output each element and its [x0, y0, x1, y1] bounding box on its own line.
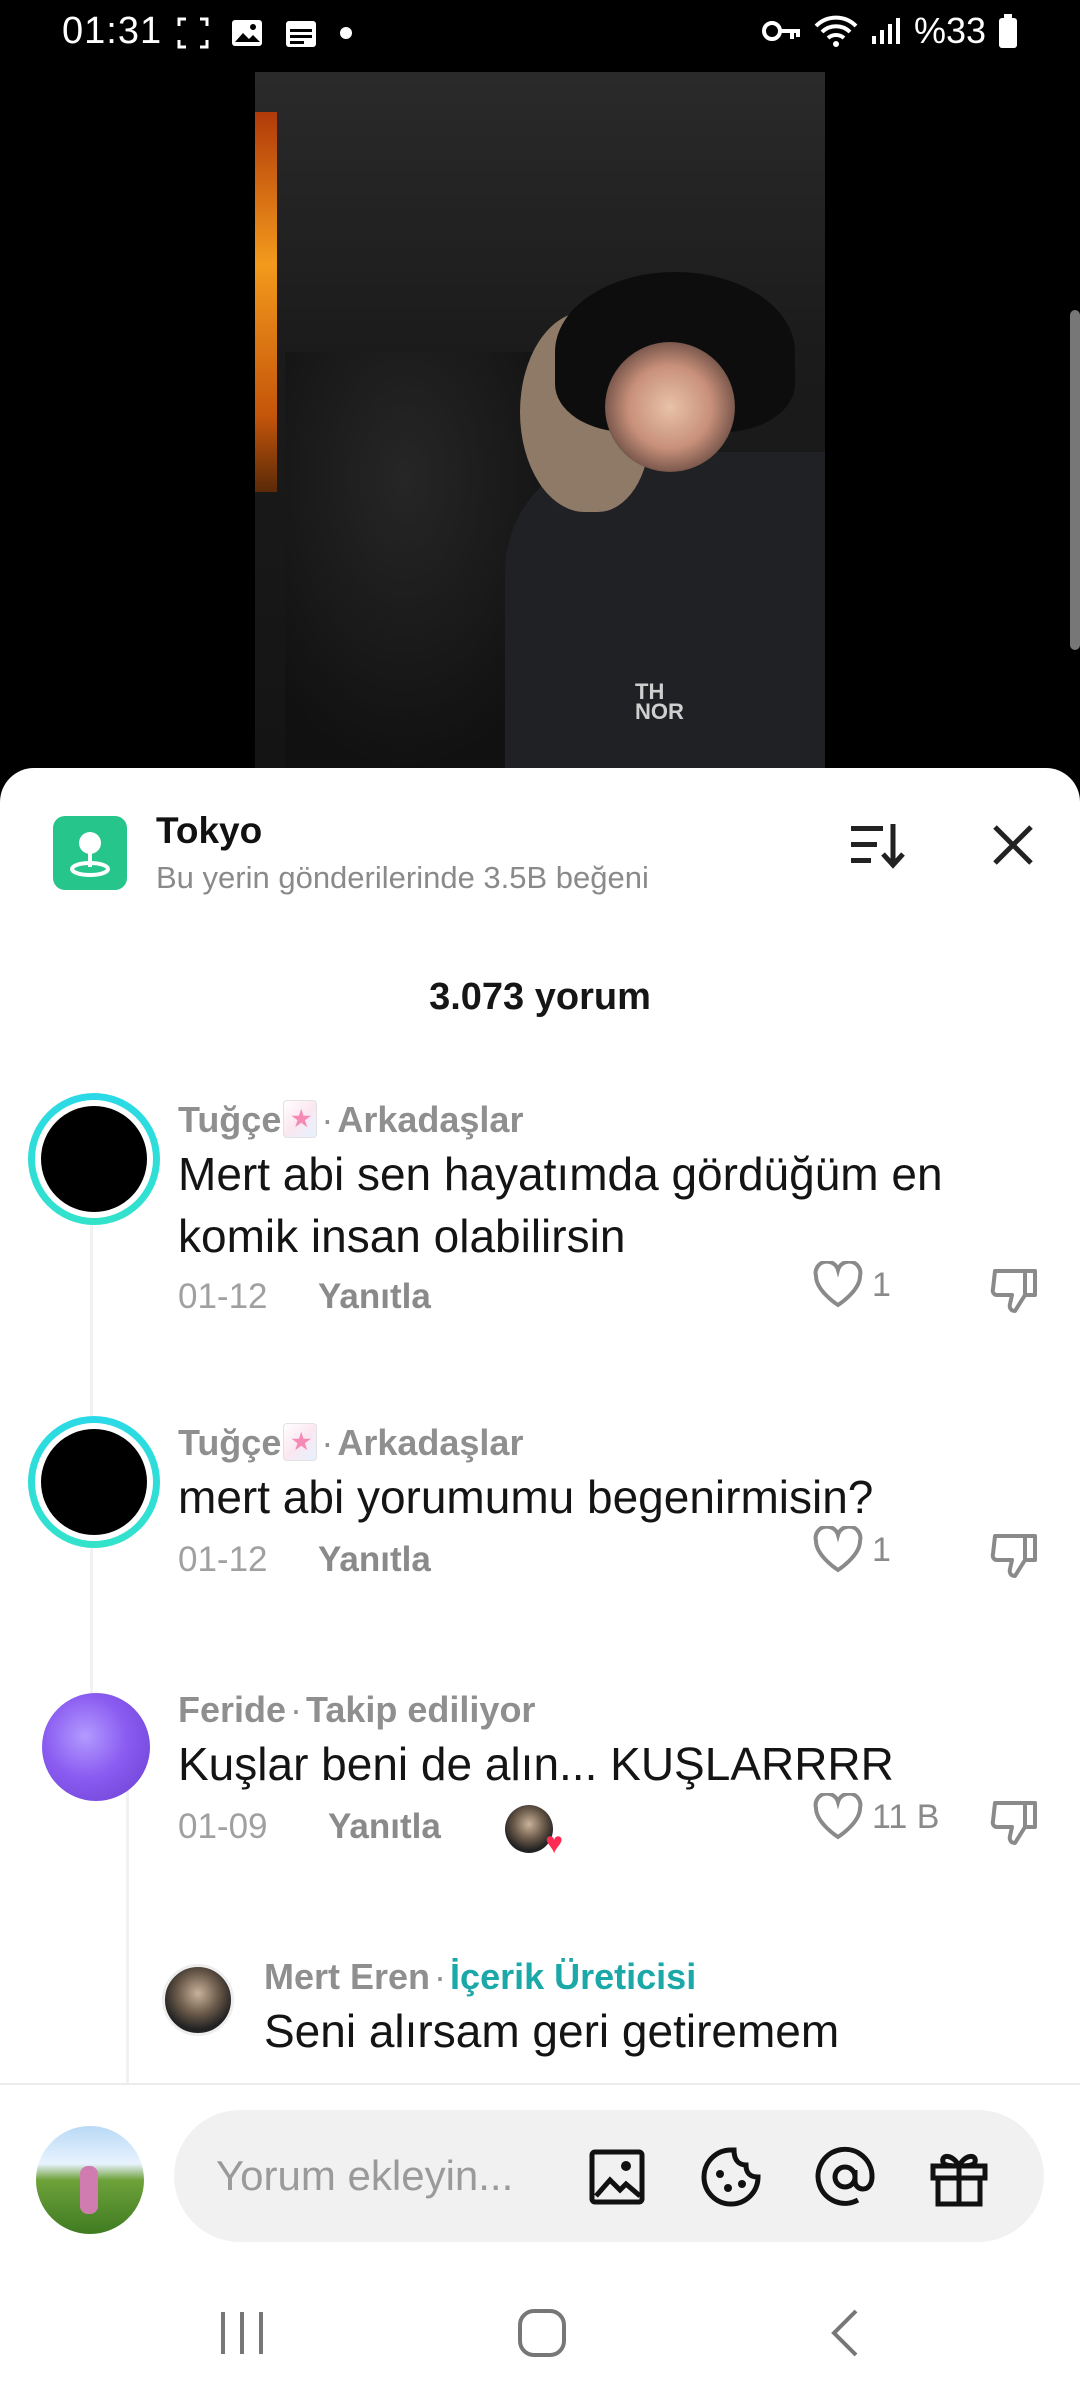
- creator-badge: İçerik Üreticisi: [450, 1956, 697, 1997]
- close-icon: [993, 825, 1033, 865]
- dislike-button[interactable]: [985, 1526, 1045, 1586]
- video-tower-lights: [255, 112, 277, 492]
- comment-date: 01-09: [178, 1807, 268, 1846]
- avatar[interactable]: [28, 1416, 160, 1548]
- reply-username[interactable]: Mert Eren: [264, 1956, 430, 1997]
- thumbs-down-icon: [990, 1269, 1037, 1313]
- comment-username[interactable]: Tuğçe: [178, 1099, 281, 1140]
- like-count: 11 B: [872, 1797, 940, 1836]
- like-count: 1: [872, 1265, 891, 1304]
- image-button[interactable]: [586, 2146, 648, 2208]
- reply-text: Seni alırsam geri getiremem: [264, 2005, 840, 2057]
- recent-apps-icon: [221, 2312, 263, 2354]
- avatar[interactable]: [162, 1964, 234, 2036]
- video-person-jacket: [505, 452, 825, 772]
- wifi-icon: [814, 15, 858, 47]
- heart-outline-icon: [813, 1261, 863, 1308]
- like-count: 1: [872, 1530, 891, 1569]
- heart-filled-icon: ♥: [545, 1827, 563, 1860]
- thread-line: [126, 1788, 129, 2088]
- reply-button[interactable]: Yanıtla: [328, 1807, 441, 1847]
- like-button[interactable]: 1: [812, 1526, 891, 1574]
- comment-relation: Arkadaşlar: [337, 1099, 524, 1140]
- comment-date: 01-12: [178, 1277, 268, 1316]
- avatar[interactable]: [28, 1093, 160, 1225]
- like-button[interactable]: 1: [812, 1261, 891, 1309]
- status-notification-icons: [176, 16, 354, 50]
- comment-relation: Arkadaşlar: [337, 1422, 524, 1463]
- place-header[interactable]: Tokyo Bu yerin gönderilerinde 3.5B beğen…: [0, 768, 1080, 908]
- place-title[interactable]: Tokyo: [156, 810, 262, 852]
- screenshot-icon: [177, 17, 209, 49]
- comment-username[interactable]: Tuğçe: [178, 1422, 281, 1463]
- comment-input-pill[interactable]: [174, 2110, 1044, 2242]
- thumbs-down-icon: [990, 1801, 1037, 1845]
- like-button[interactable]: 11 B: [812, 1793, 939, 1841]
- sticker-emoji: [283, 1100, 318, 1138]
- screen: 01:31 %33 TH NOR Tokyo Bu yerin gönderil…: [0, 0, 1080, 2408]
- thumbs-down-icon: [990, 1534, 1037, 1578]
- mention-button[interactable]: [814, 2146, 876, 2208]
- status-right: %33: [761, 10, 1018, 52]
- video-jacket-logo: TH NOR: [635, 679, 684, 724]
- home-icon: [518, 2309, 566, 2357]
- comments-count: 3.073 yorum: [429, 976, 651, 1018]
- key-icon: [761, 21, 800, 41]
- comment-text: Mert abi sen hayatımda gördüğüm en komik…: [178, 1148, 943, 1262]
- creator-liked-avatar: ♥: [505, 1805, 563, 1859]
- comment-input[interactable]: [216, 2146, 556, 2206]
- dislike-button[interactable]: [985, 1261, 1045, 1321]
- heart-outline-icon: [813, 1526, 863, 1573]
- emoji-icon: [701, 2147, 761, 2207]
- at-icon: [815, 2146, 875, 2206]
- avatar[interactable]: [42, 1693, 150, 1801]
- dislike-button[interactable]: [985, 1793, 1045, 1853]
- close-button[interactable]: [978, 810, 1048, 880]
- recent-apps-button[interactable]: [202, 2293, 282, 2373]
- status-bar: 01:31 %33: [0, 0, 1080, 72]
- status-time: 01:31: [62, 10, 163, 52]
- image-icon: [589, 2149, 645, 2205]
- reply-button[interactable]: Yanıtla: [318, 1277, 431, 1317]
- my-avatar[interactable]: [36, 2126, 144, 2234]
- comment-input-bar: [0, 2083, 1080, 2253]
- sort-button[interactable]: [842, 810, 912, 880]
- emoji-button[interactable]: [700, 2146, 762, 2208]
- video-player[interactable]: TH NOR: [255, 72, 825, 772]
- comment-text: mert abi yorumumu begenirmisin?: [178, 1471, 874, 1523]
- dot-icon: [340, 27, 352, 39]
- comment-meta: Feride · Takip ediliyor: [178, 1689, 536, 1730]
- video-headphone: [605, 342, 735, 472]
- system-nav-bar: [0, 2253, 1080, 2408]
- battery-icon: [999, 14, 1017, 48]
- comment-relation: Takip ediliyor: [306, 1689, 536, 1730]
- signal-icon: [871, 18, 900, 44]
- reply-meta: Mert Eren · İçerik Üreticisi: [264, 1956, 697, 1997]
- sort-icon: [851, 824, 905, 869]
- comment-username[interactable]: Feride: [178, 1689, 286, 1730]
- comment-text: Kuşlar beni de alın... KUŞLARRRR: [178, 1738, 894, 1790]
- gift-button[interactable]: [928, 2146, 990, 2208]
- gallery-icon: [232, 20, 262, 46]
- gift-icon: [930, 2154, 988, 2207]
- battery-percent: %33: [913, 10, 986, 51]
- back-button[interactable]: [806, 2293, 886, 2373]
- reply-button[interactable]: Yanıtla: [318, 1540, 431, 1580]
- sticker-emoji: [283, 1423, 318, 1461]
- place-subtitle: Bu yerin gönderilerinde 3.5B beğeni: [156, 860, 649, 895]
- scroll-indicator[interactable]: [1070, 310, 1080, 650]
- comment-meta: Tuğçe·Arkadaşlar: [178, 1422, 523, 1464]
- comment-meta: Tuğçe·Arkadaşlar: [178, 1099, 523, 1141]
- heart-outline-icon: [813, 1793, 863, 1840]
- location-pin-icon: [53, 816, 127, 890]
- home-button[interactable]: [502, 2293, 582, 2373]
- back-icon: [831, 2309, 858, 2357]
- calendar-icon: [286, 21, 316, 47]
- comment-date: 01-12: [178, 1540, 268, 1579]
